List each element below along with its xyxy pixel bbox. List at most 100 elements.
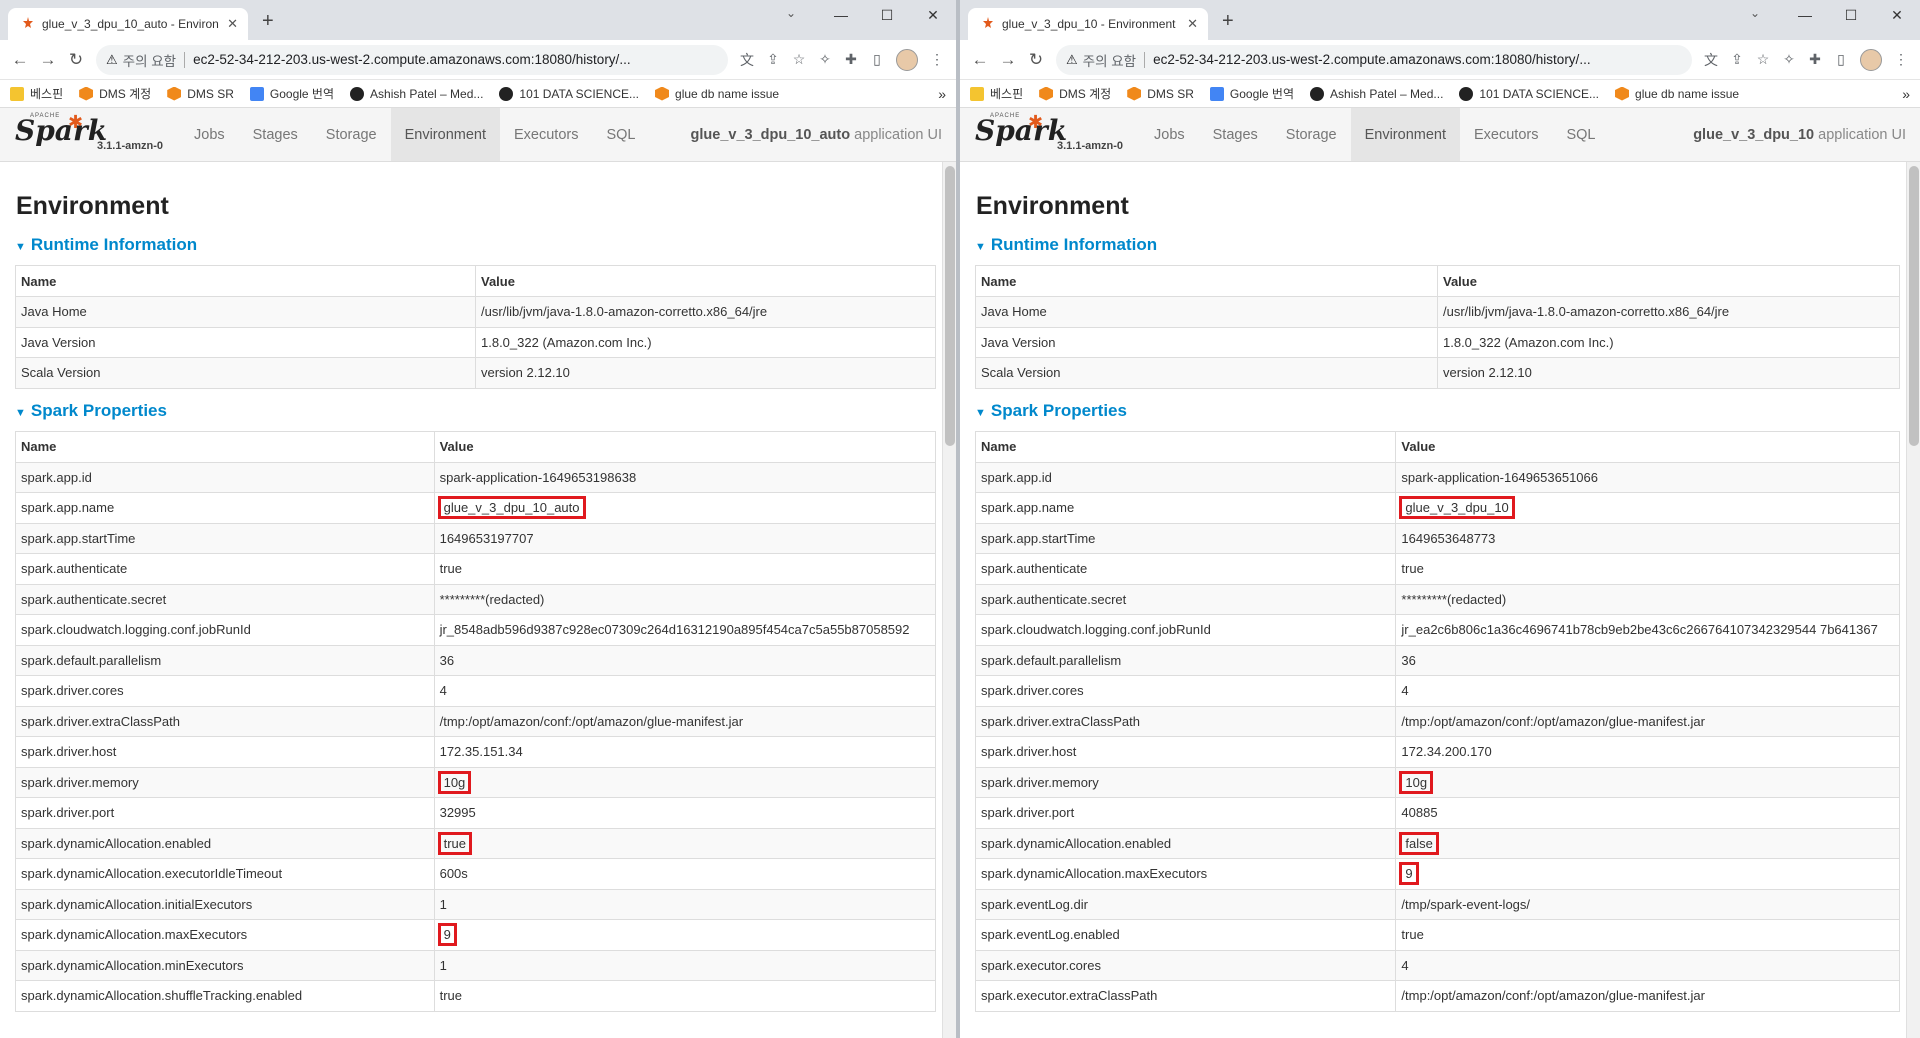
col-name[interactable]: Name bbox=[15, 430, 435, 463]
page-content: Environment ▼ Runtime Information Name Va… bbox=[0, 162, 956, 1038]
new-tab-button[interactable]: + bbox=[1222, 10, 1234, 33]
profile-avatar[interactable] bbox=[896, 48, 918, 71]
security-warning[interactable]: 주의 요함 bbox=[123, 50, 176, 70]
scrollbar-thumb[interactable] bbox=[1909, 166, 1919, 446]
browser-tab[interactable]: glue_v_3_dpu_10 - Environment ✕ bbox=[968, 8, 1208, 40]
maximize-button[interactable]: ☐ bbox=[864, 0, 910, 30]
spark-properties-toggle[interactable]: ▼ Spark Properties bbox=[975, 401, 1900, 421]
nav-sql[interactable]: SQL bbox=[1552, 108, 1609, 161]
property-name: spark.default.parallelism bbox=[15, 644, 435, 676]
nav-environment[interactable]: Environment bbox=[390, 108, 500, 161]
new-tab-button[interactable]: + bbox=[262, 10, 274, 33]
col-value[interactable]: Value bbox=[1437, 265, 1900, 297]
minimize-button[interactable]: — bbox=[818, 0, 864, 30]
nav-environment[interactable]: Environment bbox=[1350, 108, 1460, 161]
share-icon[interactable]: ⇪ bbox=[760, 51, 786, 68]
bookmark-item[interactable]: glue db name issue bbox=[655, 86, 779, 101]
scrollbar[interactable] bbox=[1906, 162, 1920, 1038]
property-value-cell: 36 bbox=[433, 644, 937, 676]
col-name[interactable]: Name bbox=[974, 430, 1397, 463]
aws-icon bbox=[1615, 86, 1630, 101]
forward-icon[interactable]: → bbox=[34, 50, 62, 70]
minimize-button[interactable]: — bbox=[1782, 0, 1828, 30]
property-name: spark.driver.port bbox=[974, 797, 1397, 829]
warning-icon[interactable]: ⚠ bbox=[106, 52, 118, 68]
scrollbar-thumb[interactable] bbox=[945, 166, 955, 446]
reload-icon[interactable]: ↻ bbox=[62, 50, 90, 70]
address-bar[interactable]: ⚠ 주의 요함 ec2-52-34-212-203.us-west-2.comp… bbox=[1056, 44, 1692, 75]
browser-tab[interactable]: glue_v_3_dpu_10_auto - Environ ✕ bbox=[8, 8, 248, 40]
nav-jobs[interactable]: Jobs bbox=[180, 108, 239, 161]
runtime-info-toggle[interactable]: ▼ Runtime Information bbox=[975, 235, 1900, 255]
spark-brand[interactable]: APACHE Spark ✱ 3.1.1-amzn-0 bbox=[960, 108, 1140, 161]
url-text[interactable]: ec2-52-34-212-203.us-west-2.compute.amaz… bbox=[1153, 52, 1590, 67]
runtime-info-toggle[interactable]: ▼ Runtime Information bbox=[15, 235, 936, 255]
bookmark-item[interactable]: 베스핀 bbox=[970, 85, 1023, 102]
bookmark-item[interactable]: glue db name issue bbox=[1615, 86, 1739, 101]
translate-icon[interactable]: 文 bbox=[734, 50, 760, 70]
translate-icon[interactable]: 文 bbox=[1698, 50, 1724, 70]
col-value[interactable]: Value bbox=[475, 265, 936, 297]
nav-sql[interactable]: SQL bbox=[592, 108, 649, 161]
extension-icon[interactable]: ✧ bbox=[812, 51, 838, 68]
close-tab-icon[interactable]: ✕ bbox=[1187, 16, 1198, 32]
spark-properties-toggle[interactable]: ▼ Spark Properties bbox=[15, 401, 936, 421]
menu-icon[interactable]: ⋮ bbox=[1888, 51, 1914, 68]
reload-icon[interactable]: ↻ bbox=[1022, 50, 1050, 70]
nav-executors[interactable]: Executors bbox=[500, 108, 592, 161]
spark-logo: Spark bbox=[15, 114, 108, 147]
nav-jobs[interactable]: Jobs bbox=[1140, 108, 1199, 161]
extension-icon[interactable]: ✧ bbox=[1776, 51, 1802, 68]
property-name: spark.driver.host bbox=[15, 736, 435, 768]
window-controls: — ☐ ✕ bbox=[1782, 0, 1920, 30]
puzzle-icon[interactable]: ✚ bbox=[838, 51, 864, 68]
puzzle-icon[interactable]: ✚ bbox=[1802, 51, 1828, 68]
profile-avatar[interactable] bbox=[1860, 48, 1882, 71]
more-bookmarks-icon[interactable]: » bbox=[938, 86, 946, 102]
warning-icon[interactable]: ⚠ bbox=[1066, 52, 1078, 68]
bookmark-item[interactable]: DMS 계정 bbox=[1039, 85, 1111, 102]
bookmark-item[interactable]: Google 번역 bbox=[1209, 85, 1294, 102]
forward-icon[interactable]: → bbox=[994, 50, 1022, 70]
nav-stages[interactable]: Stages bbox=[1199, 108, 1272, 161]
col-name[interactable]: Name bbox=[15, 265, 476, 297]
nav-storage[interactable]: Storage bbox=[312, 108, 391, 161]
bookmark-item[interactable]: 101 DATA SCIENCE... bbox=[499, 86, 639, 101]
tab-search-icon[interactable]: ⌄ bbox=[1750, 6, 1760, 20]
bookmark-item[interactable]: DMS 계정 bbox=[79, 85, 151, 102]
nav-storage[interactable]: Storage bbox=[1272, 108, 1351, 161]
sidepanel-icon[interactable]: ▯ bbox=[1828, 51, 1854, 68]
tab-search-icon[interactable]: ⌄ bbox=[786, 6, 796, 20]
nav-stages[interactable]: Stages bbox=[239, 108, 312, 161]
bookmark-item[interactable]: 베스핀 bbox=[10, 85, 63, 102]
bookmark-item[interactable]: DMS SR bbox=[1127, 86, 1194, 101]
bookmark-item[interactable]: 101 DATA SCIENCE... bbox=[1459, 86, 1599, 101]
url-text[interactable]: ec2-52-34-212-203.us-west-2.compute.amaz… bbox=[193, 52, 630, 67]
back-icon[interactable]: ← bbox=[6, 50, 34, 70]
share-icon[interactable]: ⇪ bbox=[1724, 51, 1750, 68]
more-bookmarks-icon[interactable]: » bbox=[1902, 86, 1910, 102]
address-bar[interactable]: ⚠ 주의 요함 ec2-52-34-212-203.us-west-2.comp… bbox=[96, 44, 728, 75]
col-value[interactable]: Value bbox=[1395, 430, 1900, 463]
maximize-button[interactable]: ☐ bbox=[1828, 0, 1874, 30]
bookmark-star-icon[interactable]: ☆ bbox=[786, 51, 812, 68]
scrollbar[interactable] bbox=[942, 162, 956, 1038]
close-window-button[interactable]: ✕ bbox=[910, 0, 956, 30]
nav-executors[interactable]: Executors bbox=[1460, 108, 1552, 161]
bookmark-star-icon[interactable]: ☆ bbox=[1750, 51, 1776, 68]
bookmark-item[interactable]: Ashish Patel – Med... bbox=[1310, 86, 1443, 101]
col-value[interactable]: Value bbox=[433, 430, 937, 463]
spark-brand[interactable]: APACHE Spark ✱ 3.1.1-amzn-0 bbox=[0, 108, 180, 161]
security-warning[interactable]: 주의 요함 bbox=[1083, 50, 1136, 70]
back-icon[interactable]: ← bbox=[966, 50, 994, 70]
property-value: 36 bbox=[1401, 652, 1416, 668]
close-tab-icon[interactable]: ✕ bbox=[227, 16, 238, 32]
col-name[interactable]: Name bbox=[975, 265, 1438, 297]
property-value: true bbox=[1401, 561, 1424, 577]
bookmark-item[interactable]: DMS SR bbox=[167, 86, 234, 101]
bookmark-item[interactable]: Ashish Patel – Med... bbox=[350, 86, 483, 101]
bookmark-item[interactable]: Google 번역 bbox=[249, 85, 334, 102]
close-window-button[interactable]: ✕ bbox=[1874, 0, 1920, 30]
sidepanel-icon[interactable]: ▯ bbox=[864, 51, 890, 68]
menu-icon[interactable]: ⋮ bbox=[924, 51, 950, 68]
